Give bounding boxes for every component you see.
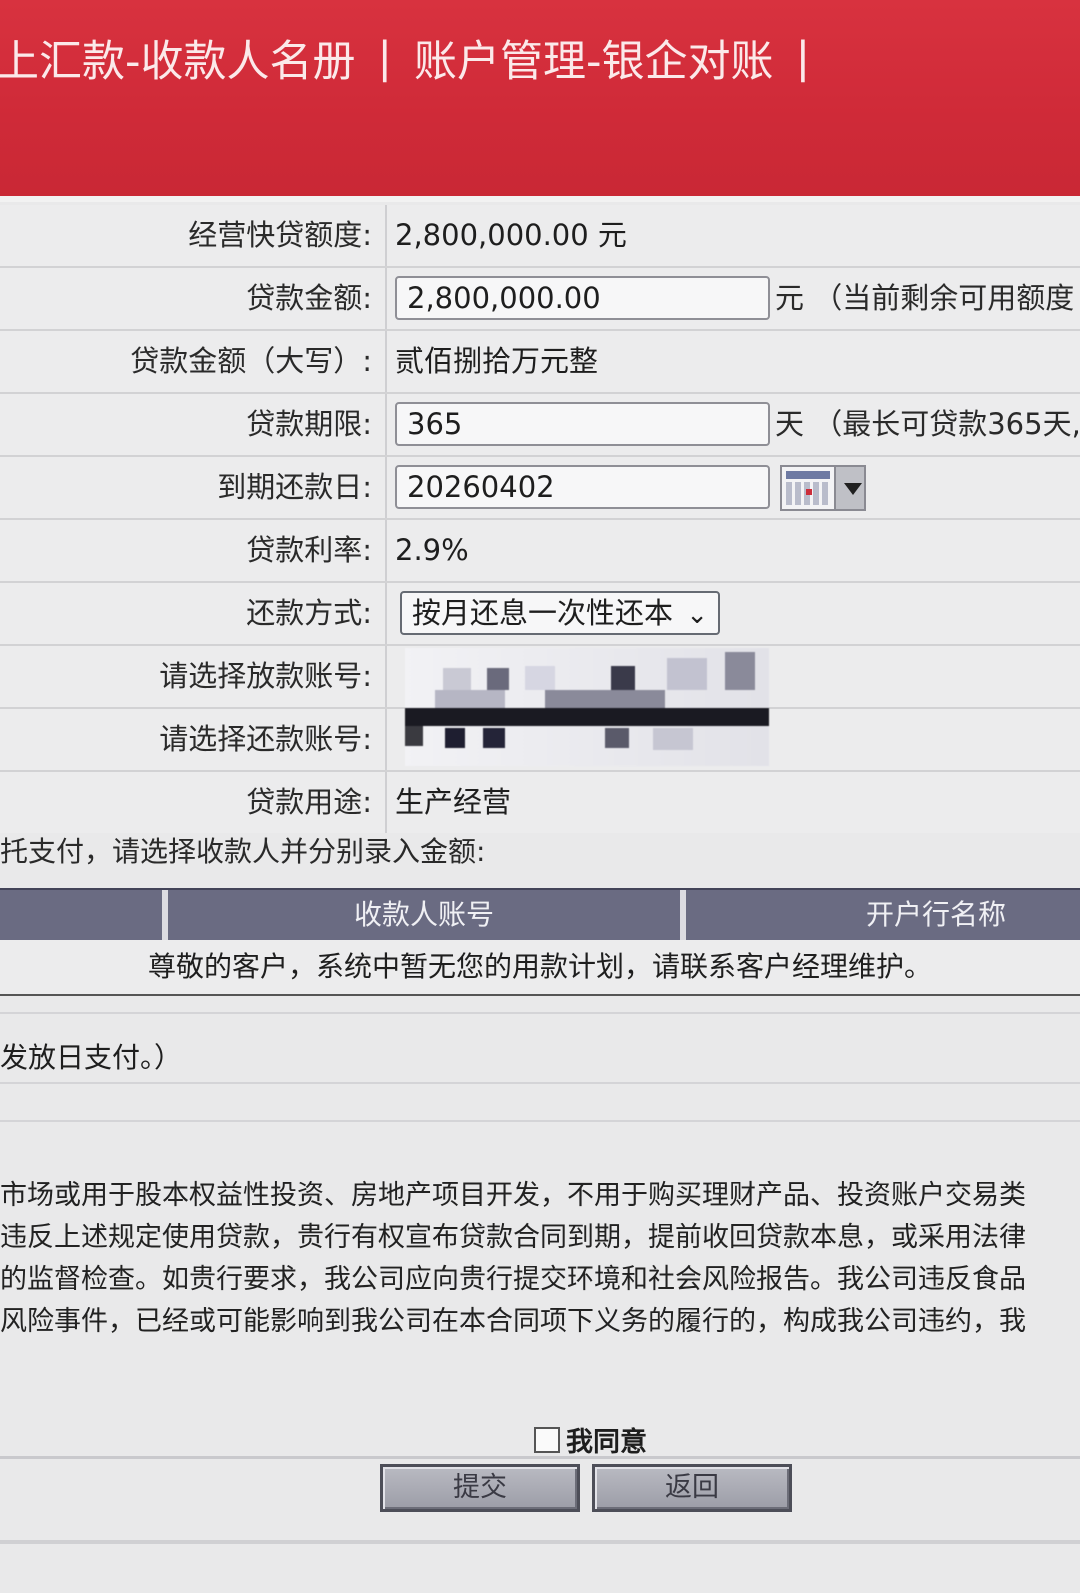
nav-link-reconciliation[interactable]: 账户管理-银企对账 — [414, 27, 774, 89]
nav-link-payee-roster[interactable]: 上汇款-收款人名册 — [0, 27, 356, 89]
terms-line: 违反上述规定使用贷款，贵行有权宣布贷款合同到期，提前收回贷款本息，或采用法律 — [0, 1222, 1026, 1253]
due-date-label: 到期还款日: — [217, 470, 372, 504]
repay-method-label: 还款方式: — [246, 596, 372, 630]
divider — [385, 331, 387, 392]
nav-separator-end: | — [795, 33, 811, 83]
row-amount: 贷款金额: 2,800,000.00 元 （当前剩余可用额度 — [0, 266, 1080, 329]
divider — [385, 646, 387, 707]
terms-line: 的监督检查。如贵行要求，我公司应向贵行提交环境和社会风险报告。我公司违反食品 — [0, 1264, 1026, 1295]
header-bank-name: 开户行名称 — [866, 898, 1007, 931]
top-header-bar: 上汇款-收款人名册 | 账户管理-银企对账 | — [0, 0, 1080, 202]
header-payee-account: 收款人账号 — [168, 890, 686, 940]
back-button[interactable]: 返回 — [592, 1464, 792, 1512]
divider — [385, 520, 387, 581]
repay-method-select[interactable]: 按月还息一次性还本 ⌄ — [400, 591, 720, 635]
dropdown-arrow-icon — [836, 467, 864, 509]
divider — [0, 1012, 1080, 1014]
term-input[interactable]: 365 — [395, 402, 770, 446]
term-label: 贷款期限: — [246, 407, 372, 441]
amount-label: 贷款金额: — [246, 281, 372, 315]
submit-button[interactable]: 提交 — [380, 1464, 580, 1512]
agree-checkbox[interactable] — [534, 1426, 560, 1453]
quota-value: 2,800,000.00 元 — [395, 218, 627, 252]
row-due-date: 到期还款日: 20260402 — [0, 455, 1080, 518]
divider — [385, 583, 387, 644]
divider — [385, 394, 387, 455]
chevron-down-icon: ⌄ — [686, 600, 708, 630]
divider — [385, 457, 387, 518]
calendar-icon — [782, 467, 836, 509]
repay-method-value: 按月还息一次性还本 — [412, 596, 674, 630]
due-date-input[interactable]: 20260402 — [395, 465, 770, 509]
repay-account-label: 请选择还款账号: — [159, 722, 372, 756]
amount-suffix: 元 （当前剩余可用额度 — [775, 281, 1075, 315]
divider — [385, 205, 387, 266]
payee-table-header: 收款人账号 开户行名称 — [0, 888, 1080, 942]
agree-label: 我同意 — [566, 1427, 647, 1458]
amount-caps-value: 贰佰捌拾万元整 — [395, 344, 599, 378]
term-suffix: 天 （最长可贷款365天, — [775, 407, 1080, 441]
rate-label: 贷款利率: — [246, 533, 372, 567]
purpose-label: 贷款用途: — [246, 785, 372, 819]
divider — [0, 1120, 1080, 1122]
account-select-blurred[interactable] — [405, 648, 769, 766]
purpose-value: 生产经营 — [395, 785, 512, 819]
payee-table-empty-row: 尊敬的客户，系统中暂无您的用款计划，请联系客户经理维护。 — [0, 940, 1080, 996]
divider — [385, 772, 387, 833]
nav-separator: | — [377, 33, 393, 83]
rate-value: 2.9% — [395, 533, 469, 567]
row-repay-method: 还款方式: 按月还息一次性还本 ⌄ — [0, 581, 1080, 644]
calendar-picker-button[interactable] — [780, 465, 866, 511]
amount-caps-label: 贷款金额（大写）: — [130, 344, 372, 378]
divider — [385, 709, 387, 770]
footer-line — [0, 1540, 1080, 1544]
agree-checkbox-group[interactable]: 我同意 — [534, 1420, 647, 1459]
amount-input[interactable]: 2,800,000.00 — [395, 276, 770, 320]
header-cell-blank — [0, 890, 168, 940]
terms-line: 市场或用于股本权益性投资、房地产项目开发，不用于购买理财产品、投资账户交易类 — [0, 1180, 1026, 1211]
row-rate: 贷款利率: 2.9% — [0, 518, 1080, 581]
quota-label: 经营快贷额度: — [188, 218, 372, 252]
terms-line: 风险事件，已经或可能影响到我公司在本合同项下义务的履行的，构成我公司违约，我 — [0, 1306, 1026, 1337]
divider — [385, 268, 387, 329]
entrusted-payment-note: 托支付，请选择收款人并分别录入金额: — [0, 835, 486, 868]
payment-date-note: 发放日支付。） — [0, 1041, 183, 1074]
top-nav: 上汇款-收款人名册 | 账户管理-银企对账 | — [0, 28, 832, 88]
divider — [0, 1456, 1080, 1459]
row-term: 贷款期限: 365 天 （最长可贷款365天, — [0, 392, 1080, 455]
terms-text: 市场或用于股本权益性投资、房地产项目开发，不用于购买理财产品、投资账户交易类 违… — [0, 1175, 1080, 1343]
divider — [0, 1082, 1080, 1084]
row-amount-caps: 贷款金额（大写）: 贰佰捌拾万元整 — [0, 329, 1080, 392]
row-quota: 经营快贷额度: 2,800,000.00 元 — [0, 205, 1080, 266]
disburse-account-label: 请选择放款账号: — [159, 659, 372, 693]
row-purpose: 贷款用途: 生产经营 — [0, 770, 1080, 833]
